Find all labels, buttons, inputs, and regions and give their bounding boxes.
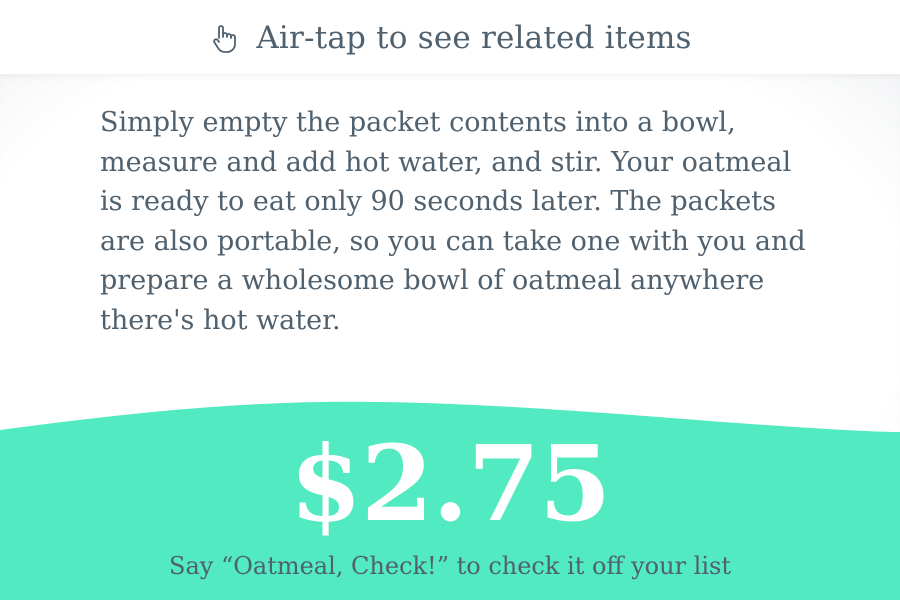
product-description: Simply empty the packet contents into a … — [100, 107, 806, 336]
voice-command-hint: Say “Oatmeal, Check!” to check it off yo… — [169, 552, 731, 580]
air-tap-hint[interactable]: Air-tap to see related items — [208, 20, 691, 56]
price-label: $2.75 — [289, 422, 612, 545]
hand-pointer-icon — [208, 21, 242, 55]
top-hint-bar: Air-tap to see related items — [0, 0, 900, 74]
air-tap-hint-text: Air-tap to see related items — [256, 20, 692, 56]
price-panel: $2.75 Say “Oatmeal, Check!” to check it … — [0, 392, 900, 600]
